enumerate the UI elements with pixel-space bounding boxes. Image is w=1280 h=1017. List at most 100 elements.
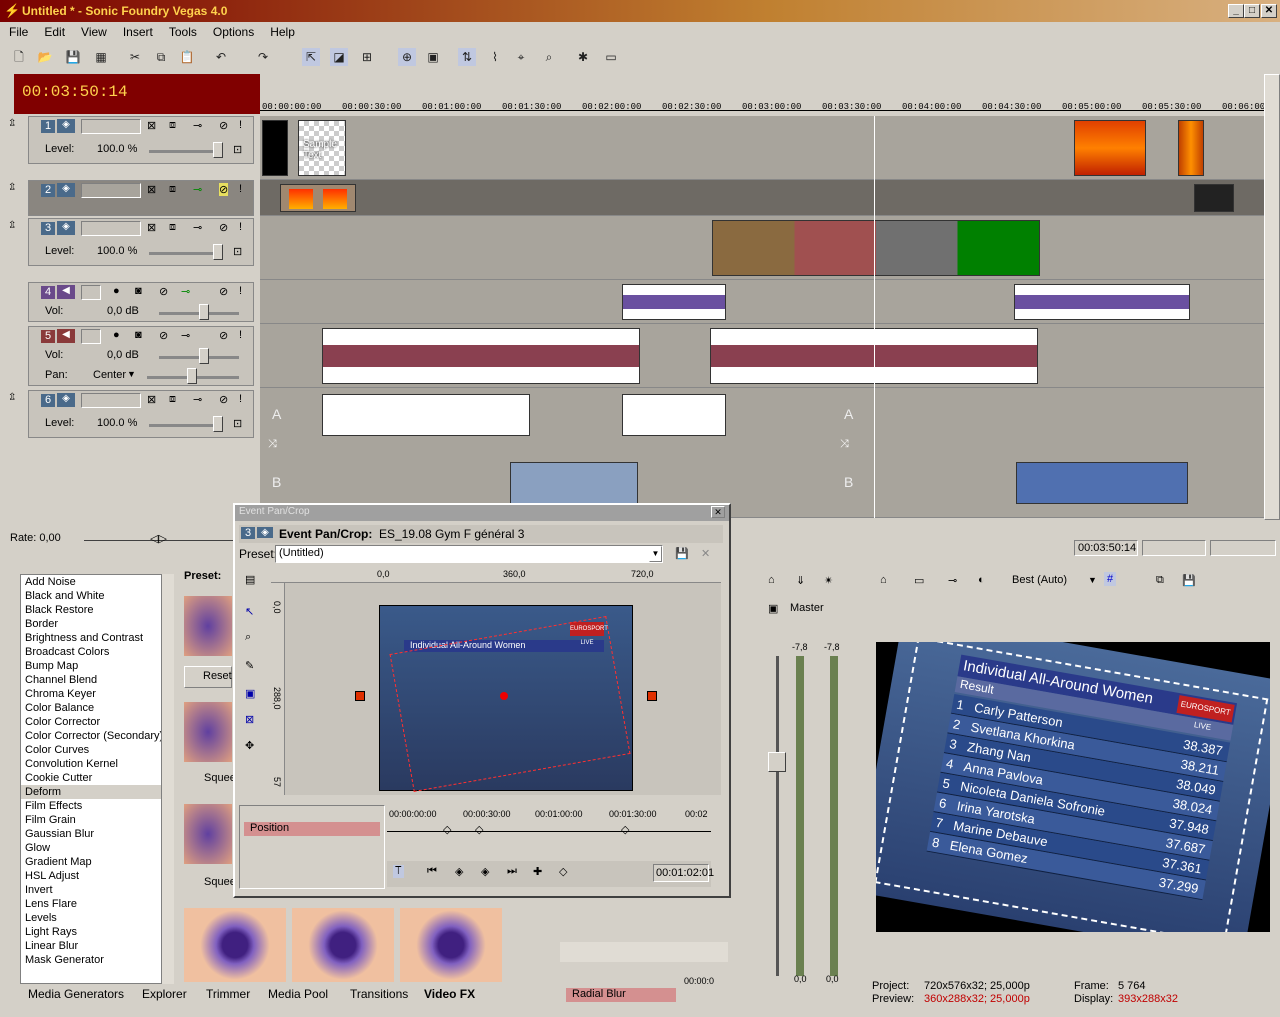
normal-edit-icon[interactable]: ✎ <box>245 659 254 672</box>
auto-ripple-icon[interactable]: ⇅ <box>458 48 476 66</box>
downmix-icon[interactable]: ⇓ <box>796 574 805 587</box>
save-preset-icon[interactable]: 💾 <box>675 547 689 560</box>
overlays-icon[interactable]: # <box>1104 572 1117 586</box>
solo-icon[interactable]: ⊘ <box>219 393 228 406</box>
menu-edit[interactable]: Edit <box>35 22 72 39</box>
fx-list-item[interactable]: Cookie Cutter <box>21 771 161 785</box>
composite-icon[interactable]: ⧈ <box>169 119 176 132</box>
tab-video-fx[interactable]: Video FX <box>424 987 475 1001</box>
last-keyframe-icon[interactable]: ⏭ <box>507 865 517 878</box>
copy-icon[interactable]: ⧉ <box>152 48 170 66</box>
tab-trimmer[interactable]: Trimmer <box>206 987 250 1001</box>
fx-list-item[interactable]: Linear Blur <box>21 939 161 953</box>
save-icon[interactable]: 💾 <box>64 48 82 66</box>
keyframe-timeline[interactable]: 00:00:00:00 00:00:30:00 00:01:00:00 00:0… <box>387 805 714 889</box>
track-header-5[interactable]: 5 ◀ ● ◙ ⊘ ⊸ ⊘ ! Vol: 0,0 dB Pan: Center … <box>28 326 254 386</box>
fx-list-item[interactable]: Gradient Map <box>21 855 161 869</box>
length-field[interactable] <box>1210 540 1276 556</box>
fx-icon[interactable]: ⊸ <box>193 183 202 196</box>
fx-list-item[interactable]: Add Noise <box>21 575 161 589</box>
delete-preset-icon[interactable]: ✕ <box>701 547 710 560</box>
tab-media-generators[interactable]: Media Generators <box>28 987 124 1001</box>
paste-icon[interactable]: 📋 <box>178 48 196 66</box>
solo-icon[interactable]: ⊘ <box>219 285 228 298</box>
pan-value[interactable]: Center <box>93 369 126 381</box>
fx-list-item[interactable]: Color Curves <box>21 743 161 757</box>
track-header-4[interactable]: 4 ◀ ● ◙ ⊘ ⊸ ⊘ ! Vol: 0,0 dB <box>28 282 254 322</box>
size-about-center-icon[interactable]: ⊠ <box>245 713 254 726</box>
track-name-field[interactable] <box>81 285 101 300</box>
timeline-vscrollbar[interactable] <box>1264 74 1280 520</box>
properties-icon[interactable]: ▤ <box>245 573 255 586</box>
fx-list-item[interactable]: Bump Map <box>21 659 161 673</box>
text-clip[interactable]: Sample Text <box>298 120 346 176</box>
input-monitor-icon[interactable]: ◙ <box>135 329 142 341</box>
fx-list-item[interactable]: Color Corrector <box>21 715 161 729</box>
fx-icon[interactable]: ⊸ <box>193 221 202 234</box>
fx-icon[interactable]: ⊸ <box>181 329 190 342</box>
fx-icon[interactable]: ⊸ <box>181 285 190 298</box>
track-lane-2[interactable] <box>260 180 1264 216</box>
close-button[interactable]: ✕ <box>1261 4 1277 18</box>
fx-list-item[interactable]: Brightness and Contrast <box>21 631 161 645</box>
video-preview[interactable]: Individual All-Around Women Result EUROS… <box>876 642 1270 932</box>
fx-list-item[interactable]: HSL Adjust <box>21 869 161 883</box>
maximize-button[interactable]: □ <box>1244 4 1260 18</box>
preview-quality-dropdown[interactable]: Best (Auto) <box>1012 574 1067 586</box>
region-tool-icon[interactable]: ▭ <box>602 48 620 66</box>
snapping-icon[interactable]: ⊕ <box>398 48 416 66</box>
vol-slider-knob[interactable] <box>199 348 209 364</box>
fx-list-item[interactable]: Film Grain <box>21 813 161 827</box>
prev-keyframe-icon[interactable]: ◈ <box>455 865 463 878</box>
aspect-ratio-icon[interactable]: ▣ <box>245 687 255 700</box>
fx-list-item[interactable]: Color Corrector (Secondary) <box>21 729 161 743</box>
menu-tools[interactable]: Tools <box>160 22 204 39</box>
expand-icon[interactable]: ⇫ <box>8 118 16 129</box>
video-clip[interactable] <box>1194 184 1234 212</box>
fx-list-item[interactable]: Channel Blend <box>21 673 161 687</box>
mixer-icon[interactable]: ⌂ <box>768 574 775 586</box>
menu-help[interactable]: Help <box>261 22 302 39</box>
expand-icon[interactable]: ⇫ <box>8 220 16 231</box>
fire-clip[interactable] <box>1074 120 1146 176</box>
cut-icon[interactable]: ✂ <box>126 48 144 66</box>
menu-file[interactable]: File <box>0 22 35 39</box>
pan-slider-knob[interactable] <box>187 368 197 384</box>
tab-explorer[interactable]: Explorer <box>142 987 187 1001</box>
preview-properties-icon[interactable]: ⌂ <box>880 574 887 586</box>
level-slider[interactable] <box>149 424 221 427</box>
split-screen-icon[interactable]: ◐ <box>978 574 985 586</box>
right-handle[interactable] <box>647 691 657 701</box>
preset-thumbnail[interactable] <box>184 702 232 762</box>
position-row[interactable]: Position <box>244 822 380 836</box>
menu-insert[interactable]: Insert <box>114 22 160 39</box>
video-clip[interactable] <box>1016 462 1188 504</box>
fx-list-item[interactable]: Black Restore <box>21 603 161 617</box>
master-fader-track[interactable] <box>776 656 779 976</box>
left-handle[interactable] <box>355 691 365 701</box>
fx-list-item[interactable]: Lens Flare <box>21 897 161 911</box>
level-slider-knob[interactable] <box>213 244 223 260</box>
end-time-field[interactable]: 00:03:50:14 <box>1074 540 1138 556</box>
effects-icon[interactable]: ⊡ <box>233 143 242 156</box>
master-fader-knob[interactable] <box>768 752 786 772</box>
fx-list-item[interactable]: Color Balance <box>21 701 161 715</box>
gradient-clip[interactable] <box>280 184 356 212</box>
composite-icon[interactable]: ⧈ <box>169 183 176 196</box>
track-header-2[interactable]: 2 ◈ ⊠ ⧈ ⊸ ⊘ ! <box>28 180 254 216</box>
fx-list-item[interactable]: Chroma Keyer <box>21 687 161 701</box>
mute-icon[interactable]: ⊠ <box>147 119 156 132</box>
effects-icon[interactable]: ⊡ <box>233 417 242 430</box>
event-pan-crop-window[interactable]: Event Pan/Crop ✕ 3 ◈ Event Pan/Crop: ES_… <box>233 503 731 898</box>
pointer-tool-icon[interactable]: ↖ <box>245 605 254 618</box>
solo-icon[interactable]: ⊘ <box>219 183 229 196</box>
preset-select[interactable]: (Untitled) <box>275 545 663 563</box>
keyframe-time-field[interactable]: 00:01:02:01 <box>653 864 714 882</box>
expand-icon[interactable]: ⇫ <box>8 392 16 403</box>
track-header-3[interactable]: 3 ◈ ⊠ ⧈ ⊸ ⊘ ! Level: 100.0 % ⊡ <box>28 218 254 266</box>
rate-slider-icon[interactable]: ◁▷ <box>150 532 167 545</box>
level-slider-knob[interactable] <box>213 416 223 432</box>
marker-tool-icon[interactable]: ✱ <box>574 48 592 66</box>
track-header-6[interactable]: 6 ◈ ⊠ ⧈ ⊸ ⊘ ! Level: 100.0 % ⊡ <box>28 390 254 438</box>
track-header-1[interactable]: 1 ◈ ⊠ ⧈ ⊸ ⊘ ! Level: 100.0 % ⊡ <box>28 116 254 164</box>
